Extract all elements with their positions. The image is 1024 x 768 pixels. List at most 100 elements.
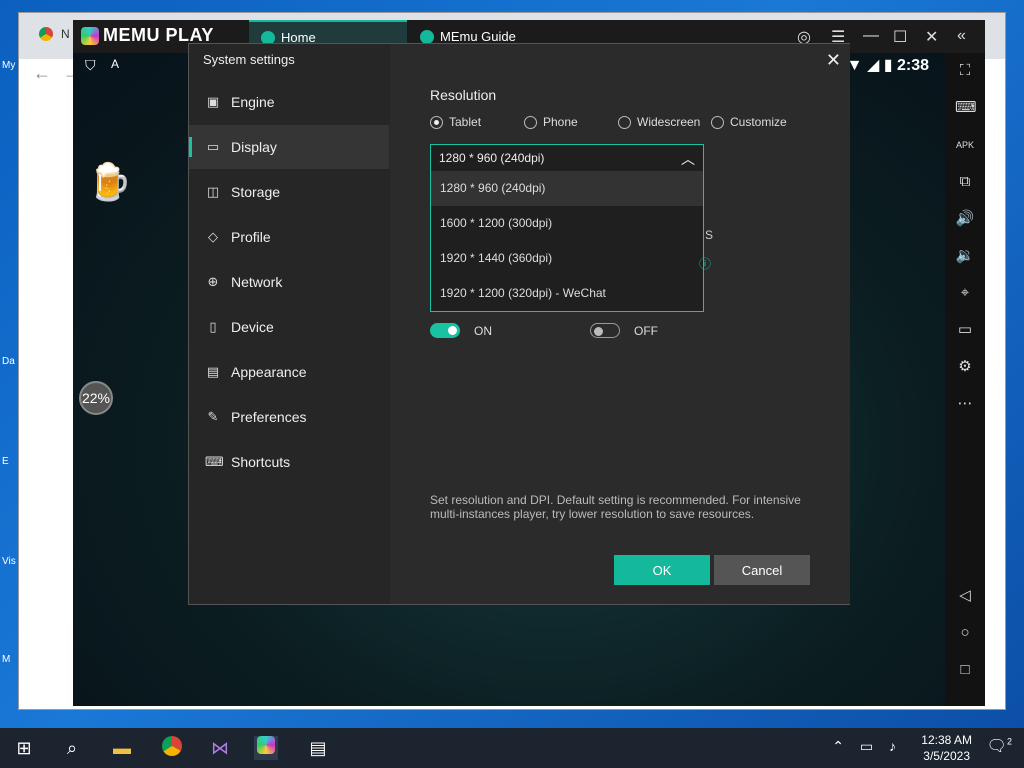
- dropdown-option[interactable]: 1920 * 1440 (360dpi): [431, 241, 703, 276]
- radio-dot: [430, 115, 443, 129]
- ok-button[interactable]: OK: [614, 555, 710, 585]
- nav-item-shortcuts[interactable]: ⌨ Shortcuts: [189, 440, 389, 484]
- close-icon[interactable]: ✕: [925, 27, 938, 47]
- back-icon[interactable]: ◁: [955, 586, 975, 606]
- toggle-switch-on[interactable]: [430, 323, 460, 338]
- nav-item-storage[interactable]: ◫ Storage: [189, 170, 389, 214]
- shield-status-icon: ⛉: [85, 57, 96, 73]
- radio-tablet[interactable]: Tablet: [430, 115, 481, 129]
- folder-icon[interactable]: ▭: [955, 320, 975, 340]
- minimize-icon[interactable]: —: [863, 27, 879, 45]
- dialog-title: System settings: [203, 52, 295, 67]
- toggle-on-group[interactable]: ON: [430, 323, 492, 338]
- toggle-label: OFF: [634, 323, 658, 338]
- profile-icon: ◇: [208, 229, 218, 244]
- resolution-select[interactable]: 1280 * 960 (240dpi) ︿: [430, 144, 704, 172]
- settings-icon[interactable]: ⚙: [955, 357, 975, 377]
- home-icon[interactable]: ○: [955, 623, 975, 643]
- app-status-icon: A: [111, 57, 120, 71]
- nav-label: Appearance: [231, 364, 307, 380]
- radio-label: Widescreen: [637, 115, 701, 129]
- battery-icon: ▮: [883, 57, 893, 74]
- partially-hidden-text: S: [705, 228, 714, 242]
- keyboard-icon[interactable]: ⌨: [955, 98, 977, 118]
- file-explorer-icon[interactable]: ▬: [110, 736, 134, 760]
- nav-label: Preferences: [231, 409, 307, 425]
- preferences-icon: ✎: [207, 409, 219, 424]
- cancel-button[interactable]: Cancel: [714, 555, 810, 585]
- nav-label: Storage: [231, 184, 281, 200]
- radio-label: Phone: [543, 115, 578, 129]
- nav-item-engine[interactable]: ▣ Engine: [189, 80, 389, 124]
- maximize-icon[interactable]: ☐: [893, 27, 907, 47]
- chrome-icon[interactable]: [160, 736, 184, 760]
- dropdown-option[interactable]: 1920 * 1200 (320dpi) - WeChat: [431, 276, 703, 311]
- desktop-label[interactable]: Da: [2, 356, 18, 367]
- status-time: 2:38: [896, 57, 929, 74]
- nav-item-device[interactable]: ▯ Device: [189, 305, 389, 349]
- memory-progress-circle[interactable]: 22%: [79, 381, 113, 415]
- desktop-label[interactable]: My: [2, 60, 18, 71]
- nav-label: Device: [231, 319, 274, 335]
- resolution-label: Resolution: [430, 87, 497, 103]
- beer-app-icon[interactable]: 🍺: [87, 161, 132, 203]
- chrome-icon: [39, 27, 53, 41]
- recents-icon[interactable]: □: [955, 660, 975, 680]
- memu-taskbar-icon[interactable]: [254, 736, 278, 760]
- select-value: 1280 * 960 (240dpi): [439, 151, 545, 165]
- toggle-off-group[interactable]: OFF: [590, 323, 658, 338]
- volume-up-icon[interactable]: 🔊: [955, 209, 975, 229]
- tray-time: 12:38 AM: [921, 733, 972, 747]
- fullscreen-icon[interactable]: ⛶: [955, 61, 975, 81]
- android-status-bar: ▼ ◢ ▮ 2:38: [847, 55, 929, 75]
- desktop-label[interactable]: E: [2, 456, 18, 467]
- collapse-sidebar-icon[interactable]: «: [957, 27, 966, 45]
- back-arrow-icon[interactable]: ←: [33, 63, 51, 84]
- desktop-label[interactable]: Vis: [2, 556, 18, 567]
- nav-label: Shortcuts: [231, 454, 291, 470]
- radio-widescreen[interactable]: Widescreen: [618, 115, 700, 129]
- engine-icon: ▣: [206, 94, 220, 109]
- chevron-up-icon: ︿: [681, 151, 695, 167]
- radio-label: Customize: [730, 115, 787, 129]
- visual-studio-icon[interactable]: ⋈: [208, 736, 232, 760]
- volume-down-icon[interactable]: 🔉: [955, 246, 975, 266]
- more-icon[interactable]: ⋯: [955, 394, 975, 414]
- notification-count: 2: [1006, 736, 1012, 747]
- radio-phone[interactable]: Phone: [524, 115, 578, 129]
- nav-label: Display: [231, 139, 277, 155]
- location-icon[interactable]: ⌖: [955, 283, 975, 303]
- search-icon[interactable]: ⌕: [60, 736, 84, 760]
- nav-item-appearance[interactable]: ▤ Appearance: [189, 350, 389, 394]
- notification-icon[interactable]: 🗨2: [987, 736, 1012, 756]
- dropdown-option[interactable]: 1280 * 960 (240dpi): [431, 171, 703, 206]
- memu-logo-icon: [81, 26, 99, 45]
- nav-label: Network: [231, 274, 283, 290]
- close-icon[interactable]: ✕: [826, 50, 841, 71]
- resolution-description: Set resolution and DPI. Default setting …: [430, 493, 801, 521]
- nav-item-profile[interactable]: ◇ Profile: [189, 215, 389, 259]
- radio-dot: [711, 115, 724, 129]
- dropdown-option[interactable]: 1600 * 1200 (300dpi): [431, 206, 703, 241]
- system-tray-icons[interactable]: ⌃ ▭ ♪: [832, 738, 902, 755]
- device-icon: ▯: [209, 319, 217, 334]
- nav-item-preferences[interactable]: ✎ Preferences: [189, 395, 389, 439]
- system-settings-dialog: System settings ▣ Engine ▭ Display ◫ Storag…: [188, 43, 850, 605]
- memu-sidebar: ⛶ ⌨ APK ⧉ 🔊 🔉 ⌖ ▭ ⚙ ⋯ ◁ ○ □: [945, 53, 985, 706]
- multi-instance-icon[interactable]: ⧉: [955, 172, 975, 192]
- info-icon[interactable]: ⓘ: [699, 255, 711, 272]
- remote-desktop-icon[interactable]: ▤: [306, 736, 330, 760]
- storage-icon: ◫: [206, 184, 220, 199]
- toggle-switch-off[interactable]: [590, 323, 620, 338]
- tray-clock[interactable]: 12:38 AM 3/5/2023: [921, 732, 972, 764]
- radio-dot: [618, 115, 631, 129]
- desktop-label[interactable]: M: [2, 654, 18, 665]
- start-icon[interactable]: ⊞: [12, 736, 36, 760]
- nav-item-display[interactable]: ▭ Display: [189, 125, 389, 169]
- nav-item-network[interactable]: ⊕ Network: [189, 260, 389, 304]
- browser-tab-label[interactable]: N: [61, 27, 70, 41]
- apk-icon[interactable]: APK: [955, 135, 975, 155]
- radio-label: Tablet: [449, 115, 482, 129]
- guide-tab-icon: [420, 29, 434, 44]
- radio-customize[interactable]: Customize: [711, 115, 787, 129]
